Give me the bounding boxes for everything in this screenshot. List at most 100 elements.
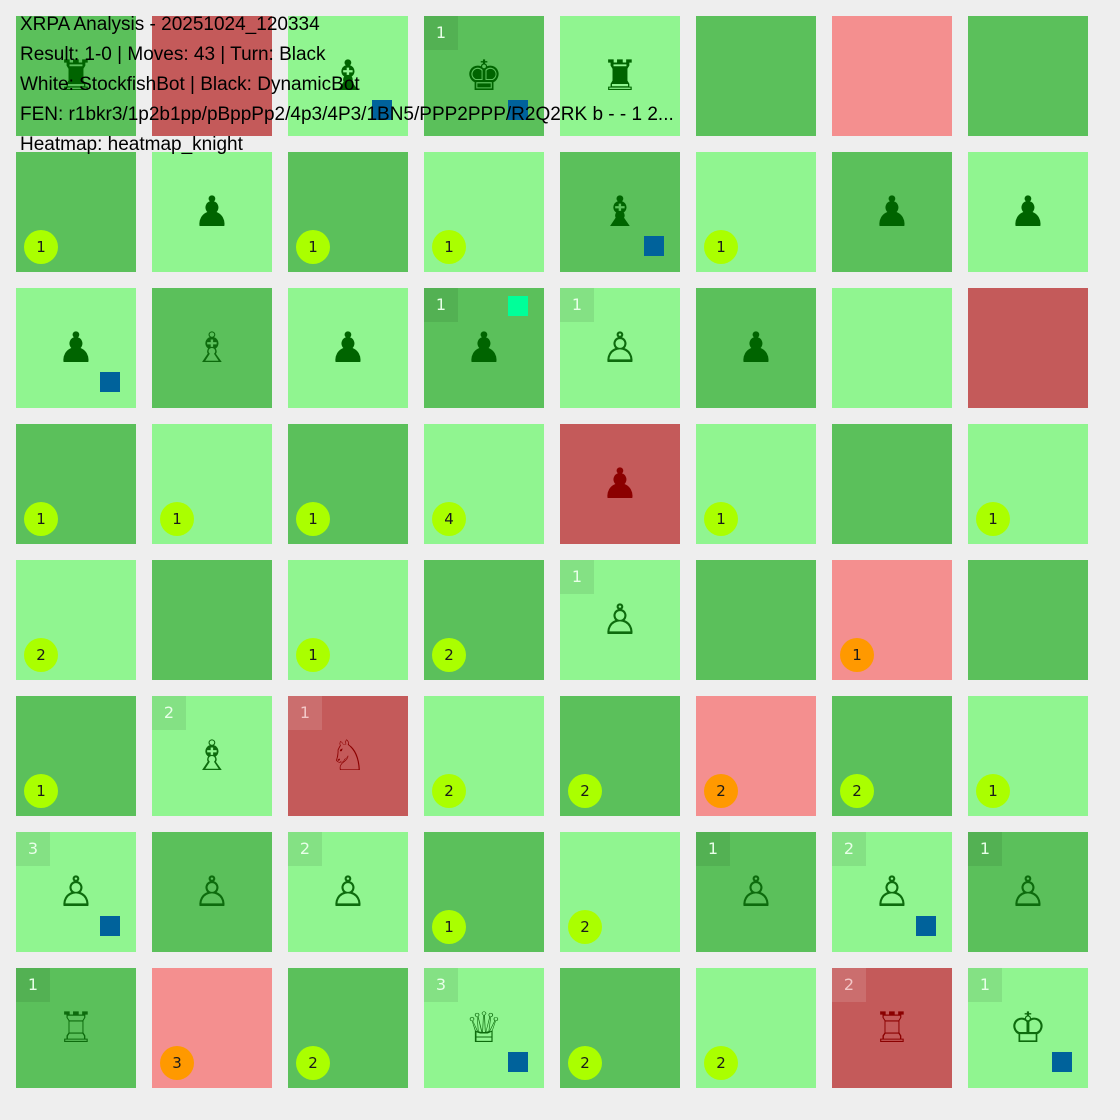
chess-piece[interactable]: ♙ bbox=[152, 832, 272, 952]
chess-piece[interactable]: ♙ bbox=[560, 560, 680, 680]
attack-count-bubble: 1 bbox=[976, 774, 1010, 808]
attack-count-bubble: 3 bbox=[160, 1046, 194, 1080]
square-c1[interactable]: 2 bbox=[288, 968, 408, 1088]
square-g7[interactable]: ♟ bbox=[832, 152, 952, 272]
chess-piece[interactable]: ♟ bbox=[696, 288, 816, 408]
attack-count-bubble: 2 bbox=[296, 1046, 330, 1080]
square-c7[interactable]: 1 bbox=[288, 152, 408, 272]
square-b5[interactable]: 1 bbox=[152, 424, 272, 544]
square-g6[interactable] bbox=[832, 288, 952, 408]
square-a1[interactable]: 1 ♖ bbox=[16, 968, 136, 1088]
chess-piece[interactable]: ♟ bbox=[832, 152, 952, 272]
square-h4[interactable] bbox=[968, 560, 1088, 680]
square-a3[interactable]: 1 bbox=[16, 696, 136, 816]
square-b2[interactable]: ♙ bbox=[152, 832, 272, 952]
highlight-marker-blue bbox=[916, 916, 936, 936]
chess-piece[interactable]: ♙ bbox=[560, 288, 680, 408]
attack-count-bubble: 2 bbox=[568, 910, 602, 944]
chess-piece[interactable]: ♙ bbox=[968, 832, 1088, 952]
highlight-marker-blue bbox=[100, 372, 120, 392]
attack-count-bubble: 1 bbox=[704, 502, 738, 536]
attack-count-bubble: 2 bbox=[704, 1046, 738, 1080]
square-f4[interactable] bbox=[696, 560, 816, 680]
square-b3[interactable]: 2 ♗ bbox=[152, 696, 272, 816]
square-h6[interactable] bbox=[968, 288, 1088, 408]
highlight-marker-cyan bbox=[508, 296, 528, 316]
chess-piece[interactable]: ♟ bbox=[968, 152, 1088, 272]
square-b6[interactable]: ♗ bbox=[152, 288, 272, 408]
attack-count-bubble: 2 bbox=[568, 1046, 602, 1080]
square-f8[interactable] bbox=[696, 16, 816, 136]
chess-piece[interactable]: ♟ bbox=[152, 152, 272, 272]
chess-piece[interactable]: ♗ bbox=[152, 696, 272, 816]
square-e2[interactable]: 2 bbox=[560, 832, 680, 952]
square-f6[interactable]: ♟ bbox=[696, 288, 816, 408]
square-h5[interactable]: 1 bbox=[968, 424, 1088, 544]
square-a7[interactable]: 1 bbox=[16, 152, 136, 272]
square-c5[interactable]: 1 bbox=[288, 424, 408, 544]
chess-piece[interactable]: ♘ bbox=[288, 696, 408, 816]
square-f2[interactable]: 1 ♙ bbox=[696, 832, 816, 952]
square-g1[interactable]: 2 ♖ bbox=[832, 968, 952, 1088]
square-c2[interactable]: 2 ♙ bbox=[288, 832, 408, 952]
square-f5[interactable]: 1 bbox=[696, 424, 816, 544]
square-g8[interactable] bbox=[832, 16, 952, 136]
attack-count-bubble: 2 bbox=[568, 774, 602, 808]
attack-count-bubble: 1 bbox=[24, 774, 58, 808]
square-d6[interactable]: 1 ♟ bbox=[424, 288, 544, 408]
attack-count-bubble: 1 bbox=[296, 502, 330, 536]
square-g2[interactable]: 2 ♙ bbox=[832, 832, 952, 952]
square-a5[interactable]: 1 bbox=[16, 424, 136, 544]
chess-piece[interactable]: ♖ bbox=[16, 968, 136, 1088]
square-e6[interactable]: 1 ♙ bbox=[560, 288, 680, 408]
attack-count-bubble: 2 bbox=[24, 638, 58, 672]
square-h1[interactable]: 1 ♔ bbox=[968, 968, 1088, 1088]
square-e5[interactable]: ♟ bbox=[560, 424, 680, 544]
square-h3[interactable]: 1 bbox=[968, 696, 1088, 816]
chess-board: ♜ ♝ 1 ♚ ♜ 1 ♟ 1 1 ♝ 1 ♟ ♟ ♟ ♗ ♟ 1 ♟ 1 ♙ ♟ 1 1 1 4 ♟ 1 1 2 1 2 1 ♙ 1 1 2 ♗ 1 ♘ 2… bbox=[0, 0, 1120, 1120]
players-line: White: StockfishBot | Black: DynamicBot bbox=[20, 74, 360, 95]
square-f7[interactable]: 1 bbox=[696, 152, 816, 272]
square-d3[interactable]: 2 bbox=[424, 696, 544, 816]
analysis-info-panel: XRPA Analysis - 20251024_120334 Result: … bbox=[20, 10, 674, 160]
square-b7[interactable]: ♟ bbox=[152, 152, 272, 272]
square-a4[interactable]: 2 bbox=[16, 560, 136, 680]
square-d2[interactable]: 1 bbox=[424, 832, 544, 952]
square-f3[interactable]: 2 bbox=[696, 696, 816, 816]
chess-piece[interactable]: ♙ bbox=[288, 832, 408, 952]
square-e1[interactable]: 2 bbox=[560, 968, 680, 1088]
square-c3[interactable]: 1 ♘ bbox=[288, 696, 408, 816]
result-line: Result: 1-0 | Moves: 43 | Turn: Black bbox=[20, 44, 326, 65]
highlight-marker-blue bbox=[644, 236, 664, 256]
square-e4[interactable]: 1 ♙ bbox=[560, 560, 680, 680]
chess-piece[interactable]: ♖ bbox=[832, 968, 952, 1088]
chess-piece[interactable]: ♟ bbox=[560, 424, 680, 544]
attack-count-bubble: 1 bbox=[24, 502, 58, 536]
square-g5[interactable] bbox=[832, 424, 952, 544]
square-d4[interactable]: 2 bbox=[424, 560, 544, 680]
square-a2[interactable]: 3 ♙ bbox=[16, 832, 136, 952]
square-h2[interactable]: 1 ♙ bbox=[968, 832, 1088, 952]
square-e3[interactable]: 2 bbox=[560, 696, 680, 816]
attack-count-bubble: 1 bbox=[24, 230, 58, 264]
square-e7[interactable]: ♝ bbox=[560, 152, 680, 272]
heatmap-line: Heatmap: heatmap_knight bbox=[20, 134, 243, 155]
chess-piece[interactable]: ♗ bbox=[152, 288, 272, 408]
square-h7[interactable]: ♟ bbox=[968, 152, 1088, 272]
square-c4[interactable]: 1 bbox=[288, 560, 408, 680]
square-g3[interactable]: 2 bbox=[832, 696, 952, 816]
square-d5[interactable]: 4 bbox=[424, 424, 544, 544]
chess-piece[interactable]: ♙ bbox=[696, 832, 816, 952]
square-b4[interactable] bbox=[152, 560, 272, 680]
square-b1[interactable]: 3 bbox=[152, 968, 272, 1088]
attack-count-bubble: 2 bbox=[840, 774, 874, 808]
square-a6[interactable]: ♟ bbox=[16, 288, 136, 408]
square-f1[interactable]: 2 bbox=[696, 968, 816, 1088]
square-c6[interactable]: ♟ bbox=[288, 288, 408, 408]
square-d7[interactable]: 1 bbox=[424, 152, 544, 272]
square-d1[interactable]: 3 ♕ bbox=[424, 968, 544, 1088]
square-g4[interactable]: 1 bbox=[832, 560, 952, 680]
chess-piece[interactable]: ♟ bbox=[288, 288, 408, 408]
attack-count-bubble: 1 bbox=[704, 230, 738, 264]
square-h8[interactable] bbox=[968, 16, 1088, 136]
